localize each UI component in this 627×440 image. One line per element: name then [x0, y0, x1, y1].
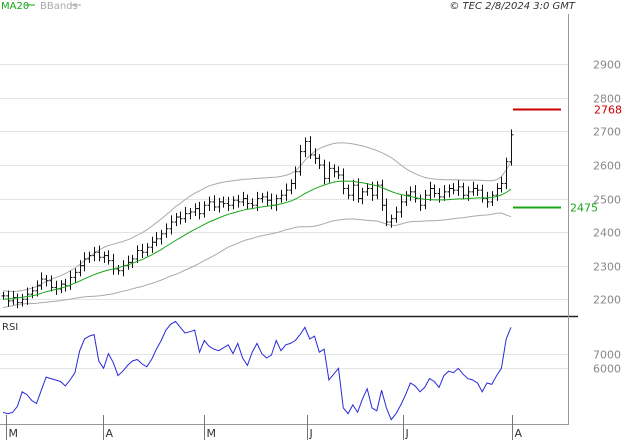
chart-background [0, 0, 627, 440]
month-label: A [106, 427, 114, 440]
resistance-level-label: 2768 [594, 104, 622, 117]
price-tick-label: 2900 [593, 59, 621, 72]
rsi-panel-label: RSI [2, 322, 18, 333]
ma20-legend-label: MA20 [1, 1, 29, 12]
price-tick-label: 2300 [593, 261, 621, 274]
month-label: J [405, 427, 409, 440]
month-label: A [515, 427, 523, 440]
rsi-axis-ticks: 60007000 [593, 349, 621, 376]
month-label: J [309, 427, 313, 440]
bbands-legend-label: BBands [40, 1, 78, 12]
month-label: M [207, 427, 217, 440]
month-label: M [9, 427, 19, 440]
price-tick-label: 2200 [593, 294, 621, 307]
rsi-tick-label: 6000 [593, 363, 621, 376]
price-tick-label: 2400 [593, 227, 621, 240]
price-tick-label: 2600 [593, 160, 621, 173]
price-tick-label: 2700 [593, 126, 621, 139]
rsi-tick-label: 7000 [593, 349, 621, 362]
source-timestamp: © TEC 2/8/2024 3:0 GMT [449, 1, 576, 12]
stock-chart: MA20 BBands © TEC 2/8/2024 3:0 GMT 2200 2… [0, 0, 627, 440]
support-level-label: 2475 [570, 202, 598, 215]
